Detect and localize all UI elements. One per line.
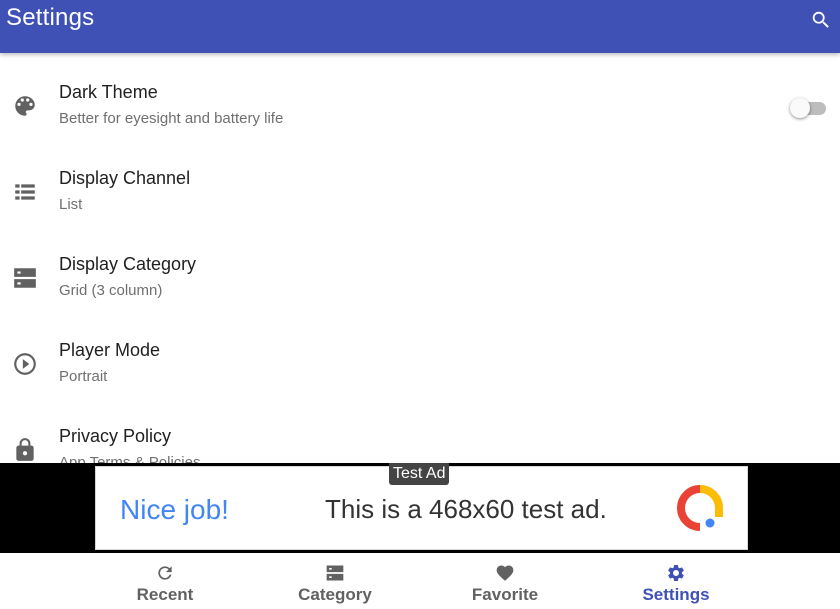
setting-subtitle: Portrait	[59, 368, 108, 385]
setting-title: Dark Theme	[59, 82, 158, 102]
search-icon[interactable]	[810, 9, 832, 31]
heart-icon	[496, 565, 514, 581]
app-bar: Settings	[0, 0, 840, 53]
setting-title: Display Channel	[59, 168, 191, 188]
setting-display-category[interactable]: Display Category Grid (3 column)	[0, 225, 840, 311]
list-icon	[15, 184, 35, 200]
ad-banner-container: Nice job! This is a 468x60 test ad. Test…	[0, 463, 840, 553]
setting-privacy-policy[interactable]: Privacy Policy App Terms & Policies	[0, 397, 840, 463]
dark-theme-toggle[interactable]	[790, 97, 826, 119]
setting-subtitle: App Terms & Policies	[59, 454, 201, 463]
settings-list: Dark Theme Better for eyesight and batte…	[0, 53, 840, 463]
refresh-icon	[158, 566, 172, 580]
gear-icon	[668, 565, 684, 581]
ad-headline: Nice job!	[120, 494, 229, 525]
setting-title: Display Category	[59, 254, 197, 274]
page-title: Settings	[6, 4, 95, 31]
setting-subtitle: Grid (3 column)	[59, 282, 163, 299]
lock-icon	[16, 438, 34, 461]
setting-player-mode[interactable]: Player Mode Portrait	[0, 311, 840, 397]
setting-title: Privacy Policy	[59, 426, 172, 446]
ad-message: This is a 468x60 test ad.	[325, 494, 607, 524]
tab-recent[interactable]: Recent	[80, 553, 250, 609]
setting-dark-theme[interactable]: Dark Theme Better for eyesight and batte…	[0, 53, 840, 139]
category-icon	[326, 565, 344, 581]
palette-icon	[15, 96, 35, 116]
setting-display-channel[interactable]: Display Channel List	[0, 139, 840, 225]
bottom-navigation: Recent Category Favorite Settings	[0, 553, 840, 609]
setting-subtitle: Better for eyesight and battery life	[59, 110, 284, 127]
toggle-knob	[790, 98, 810, 118]
tab-label: Settings	[642, 585, 710, 604]
tab-favorite[interactable]: Favorite	[420, 553, 590, 609]
tab-label: Category	[298, 585, 372, 604]
tab-category[interactable]: Category	[250, 553, 420, 609]
ad-logo-icon	[677, 485, 723, 531]
grid-icon	[14, 268, 36, 288]
setting-subtitle: List	[59, 196, 83, 213]
tab-settings[interactable]: Settings	[591, 553, 761, 609]
test-ad-badge: Test Ad	[389, 463, 450, 485]
play-circle-icon	[14, 353, 36, 375]
tab-label: Recent	[136, 585, 194, 604]
setting-title: Player Mode	[59, 340, 161, 360]
tab-label: Favorite	[471, 585, 539, 604]
